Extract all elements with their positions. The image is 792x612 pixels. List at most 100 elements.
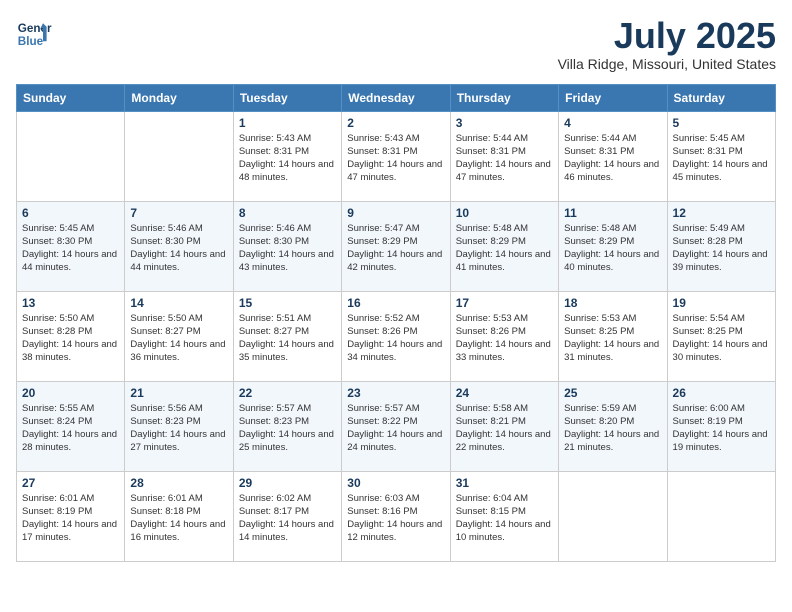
day-number: 10	[456, 206, 553, 220]
day-detail: Sunrise: 5:57 AMSunset: 8:23 PMDaylight:…	[239, 402, 336, 455]
calendar-cell: 2 Sunrise: 5:43 AMSunset: 8:31 PMDaylight…	[342, 111, 450, 201]
calendar-cell: 13 Sunrise: 5:50 AMSunset: 8:28 PMDayligh…	[17, 291, 125, 381]
calendar-week-5: 27 Sunrise: 6:01 AMSunset: 8:19 PMDayligh…	[17, 471, 776, 561]
day-detail: Sunrise: 5:51 AMSunset: 8:27 PMDaylight:…	[239, 312, 336, 365]
calendar-cell: 18 Sunrise: 5:53 AMSunset: 8:25 PMDayligh…	[559, 291, 667, 381]
day-number: 15	[239, 296, 336, 310]
location: Villa Ridge, Missouri, United States	[558, 56, 776, 72]
day-detail: Sunrise: 5:45 AMSunset: 8:31 PMDaylight:…	[673, 132, 770, 185]
day-number: 29	[239, 476, 336, 490]
calendar-week-1: 1Sunrise: 5:43 AMSunset: 8:31 PMDaylight…	[17, 111, 776, 201]
calendar-cell: 1Sunrise: 5:43 AMSunset: 8:31 PMDaylight…	[233, 111, 341, 201]
weekday-header-row: SundayMondayTuesdayWednesdayThursdayFrid…	[17, 84, 776, 111]
day-number: 11	[564, 206, 661, 220]
calendar-table: SundayMondayTuesdayWednesdayThursdayFrid…	[16, 84, 776, 562]
day-detail: Sunrise: 5:49 AMSunset: 8:28 PMDaylight:…	[673, 222, 770, 275]
calendar-cell: 16Sunrise: 5:52 AMSunset: 8:26 PMDayligh…	[342, 291, 450, 381]
day-detail: Sunrise: 6:01 AMSunset: 8:19 PMDaylight:…	[22, 492, 119, 545]
calendar-cell: 21Sunrise: 5:56 AMSunset: 8:23 PMDayligh…	[125, 381, 233, 471]
calendar-cell: 11 Sunrise: 5:48 AMSunset: 8:29 PMDayligh…	[559, 201, 667, 291]
calendar-cell: 9 Sunrise: 5:47 AMSunset: 8:29 PMDaylight…	[342, 201, 450, 291]
day-detail: Sunrise: 5:58 AMSunset: 8:21 PMDaylight:…	[456, 402, 553, 455]
day-detail: Sunrise: 6:01 AMSunset: 8:18 PMDaylight:…	[130, 492, 227, 545]
svg-text:Blue: Blue	[18, 35, 44, 48]
calendar-week-4: 20 Sunrise: 5:55 AMSunset: 8:24 PMDayligh…	[17, 381, 776, 471]
day-number: 27	[22, 476, 119, 490]
calendar-cell: 3 Sunrise: 5:44 AMSunset: 8:31 PMDaylight…	[450, 111, 558, 201]
calendar-cell: 10 Sunrise: 5:48 AMSunset: 8:29 PMDayligh…	[450, 201, 558, 291]
title-block: July 2025 Villa Ridge, Missouri, United …	[558, 16, 776, 72]
day-detail: Sunrise: 5:48 AMSunset: 8:29 PMDaylight:…	[564, 222, 661, 275]
day-number: 13	[22, 296, 119, 310]
day-detail: Sunrise: 6:02 AMSunset: 8:17 PMDaylight:…	[239, 492, 336, 545]
weekday-header-monday: Monday	[125, 84, 233, 111]
day-detail: Sunrise: 5:43 AMSunset: 8:31 PMDaylight:…	[239, 132, 336, 185]
svg-text:General: General	[18, 22, 52, 35]
day-detail: Sunrise: 5:47 AMSunset: 8:29 PMDaylight:…	[347, 222, 444, 275]
day-detail: Sunrise: 5:44 AMSunset: 8:31 PMDaylight:…	[564, 132, 661, 185]
calendar-cell: 6Sunrise: 5:45 AMSunset: 8:30 PMDaylight…	[17, 201, 125, 291]
calendar-cell: 4 Sunrise: 5:44 AMSunset: 8:31 PMDaylight…	[559, 111, 667, 201]
day-detail: Sunrise: 5:45 AMSunset: 8:30 PMDaylight:…	[22, 222, 119, 275]
day-detail: Sunrise: 5:54 AMSunset: 8:25 PMDaylight:…	[673, 312, 770, 365]
calendar-cell: 17 Sunrise: 5:53 AMSunset: 8:26 PMDayligh…	[450, 291, 558, 381]
calendar-week-3: 13 Sunrise: 5:50 AMSunset: 8:28 PMDayligh…	[17, 291, 776, 381]
day-number: 26	[673, 386, 770, 400]
day-number: 2	[347, 116, 444, 130]
calendar-cell: 22Sunrise: 5:57 AMSunset: 8:23 PMDayligh…	[233, 381, 341, 471]
day-detail: Sunrise: 5:48 AMSunset: 8:29 PMDaylight:…	[456, 222, 553, 275]
weekday-header-tuesday: Tuesday	[233, 84, 341, 111]
calendar-cell: 12 Sunrise: 5:49 AMSunset: 8:28 PMDayligh…	[667, 201, 775, 291]
day-number: 8	[239, 206, 336, 220]
day-number: 30	[347, 476, 444, 490]
day-detail: Sunrise: 5:59 AMSunset: 8:20 PMDaylight:…	[564, 402, 661, 455]
day-number: 23	[347, 386, 444, 400]
calendar-cell: 27 Sunrise: 6:01 AMSunset: 8:19 PMDayligh…	[17, 471, 125, 561]
day-detail: Sunrise: 6:03 AMSunset: 8:16 PMDaylight:…	[347, 492, 444, 545]
day-detail: Sunrise: 5:50 AMSunset: 8:28 PMDaylight:…	[22, 312, 119, 365]
month-title: July 2025	[558, 16, 776, 56]
day-number: 31	[456, 476, 553, 490]
day-detail: Sunrise: 5:53 AMSunset: 8:25 PMDaylight:…	[564, 312, 661, 365]
calendar-cell: 24 Sunrise: 5:58 AMSunset: 8:21 PMDayligh…	[450, 381, 558, 471]
day-detail: Sunrise: 5:52 AMSunset: 8:26 PMDaylight:…	[347, 312, 444, 365]
weekday-header-sunday: Sunday	[17, 84, 125, 111]
calendar-cell: 19 Sunrise: 5:54 AMSunset: 8:25 PMDayligh…	[667, 291, 775, 381]
calendar-cell: 7Sunrise: 5:46 AMSunset: 8:30 PMDaylight…	[125, 201, 233, 291]
day-number: 12	[673, 206, 770, 220]
day-detail: Sunrise: 5:50 AMSunset: 8:27 PMDaylight:…	[130, 312, 227, 365]
calendar-cell: 30 Sunrise: 6:03 AMSunset: 8:16 PMDayligh…	[342, 471, 450, 561]
day-detail: Sunrise: 5:44 AMSunset: 8:31 PMDaylight:…	[456, 132, 553, 185]
day-detail: Sunrise: 5:43 AMSunset: 8:31 PMDaylight:…	[347, 132, 444, 185]
calendar-cell: 8 Sunrise: 5:46 AMSunset: 8:30 PMDaylight…	[233, 201, 341, 291]
calendar-cell	[667, 471, 775, 561]
day-number: 20	[22, 386, 119, 400]
weekday-header-saturday: Saturday	[667, 84, 775, 111]
calendar-cell	[559, 471, 667, 561]
logo: General Blue	[16, 16, 56, 52]
day-number: 21	[130, 386, 227, 400]
day-detail: Sunrise: 5:46 AMSunset: 8:30 PMDaylight:…	[239, 222, 336, 275]
calendar-cell: 28Sunrise: 6:01 AMSunset: 8:18 PMDayligh…	[125, 471, 233, 561]
day-number: 9	[347, 206, 444, 220]
calendar-cell: 14Sunrise: 5:50 AMSunset: 8:27 PMDayligh…	[125, 291, 233, 381]
day-detail: Sunrise: 5:55 AMSunset: 8:24 PMDaylight:…	[22, 402, 119, 455]
day-number: 3	[456, 116, 553, 130]
logo-icon: General Blue	[16, 16, 52, 52]
day-number: 4	[564, 116, 661, 130]
day-number: 19	[673, 296, 770, 310]
calendar-cell: 23Sunrise: 5:57 AMSunset: 8:22 PMDayligh…	[342, 381, 450, 471]
day-number: 17	[456, 296, 553, 310]
weekday-header-thursday: Thursday	[450, 84, 558, 111]
calendar-cell: 29 Sunrise: 6:02 AMSunset: 8:17 PMDayligh…	[233, 471, 341, 561]
day-number: 18	[564, 296, 661, 310]
day-number: 24	[456, 386, 553, 400]
calendar-week-2: 6Sunrise: 5:45 AMSunset: 8:30 PMDaylight…	[17, 201, 776, 291]
day-detail: Sunrise: 5:53 AMSunset: 8:26 PMDaylight:…	[456, 312, 553, 365]
calendar-cell: 5Sunrise: 5:45 AMSunset: 8:31 PMDaylight…	[667, 111, 775, 201]
day-detail: Sunrise: 5:46 AMSunset: 8:30 PMDaylight:…	[130, 222, 227, 275]
calendar-cell	[17, 111, 125, 201]
page-header: General Blue July 2025 Villa Ridge, Miss…	[16, 16, 776, 72]
calendar-cell: 25Sunrise: 5:59 AMSunset: 8:20 PMDayligh…	[559, 381, 667, 471]
calendar-cell: 15 Sunrise: 5:51 AMSunset: 8:27 PMDayligh…	[233, 291, 341, 381]
